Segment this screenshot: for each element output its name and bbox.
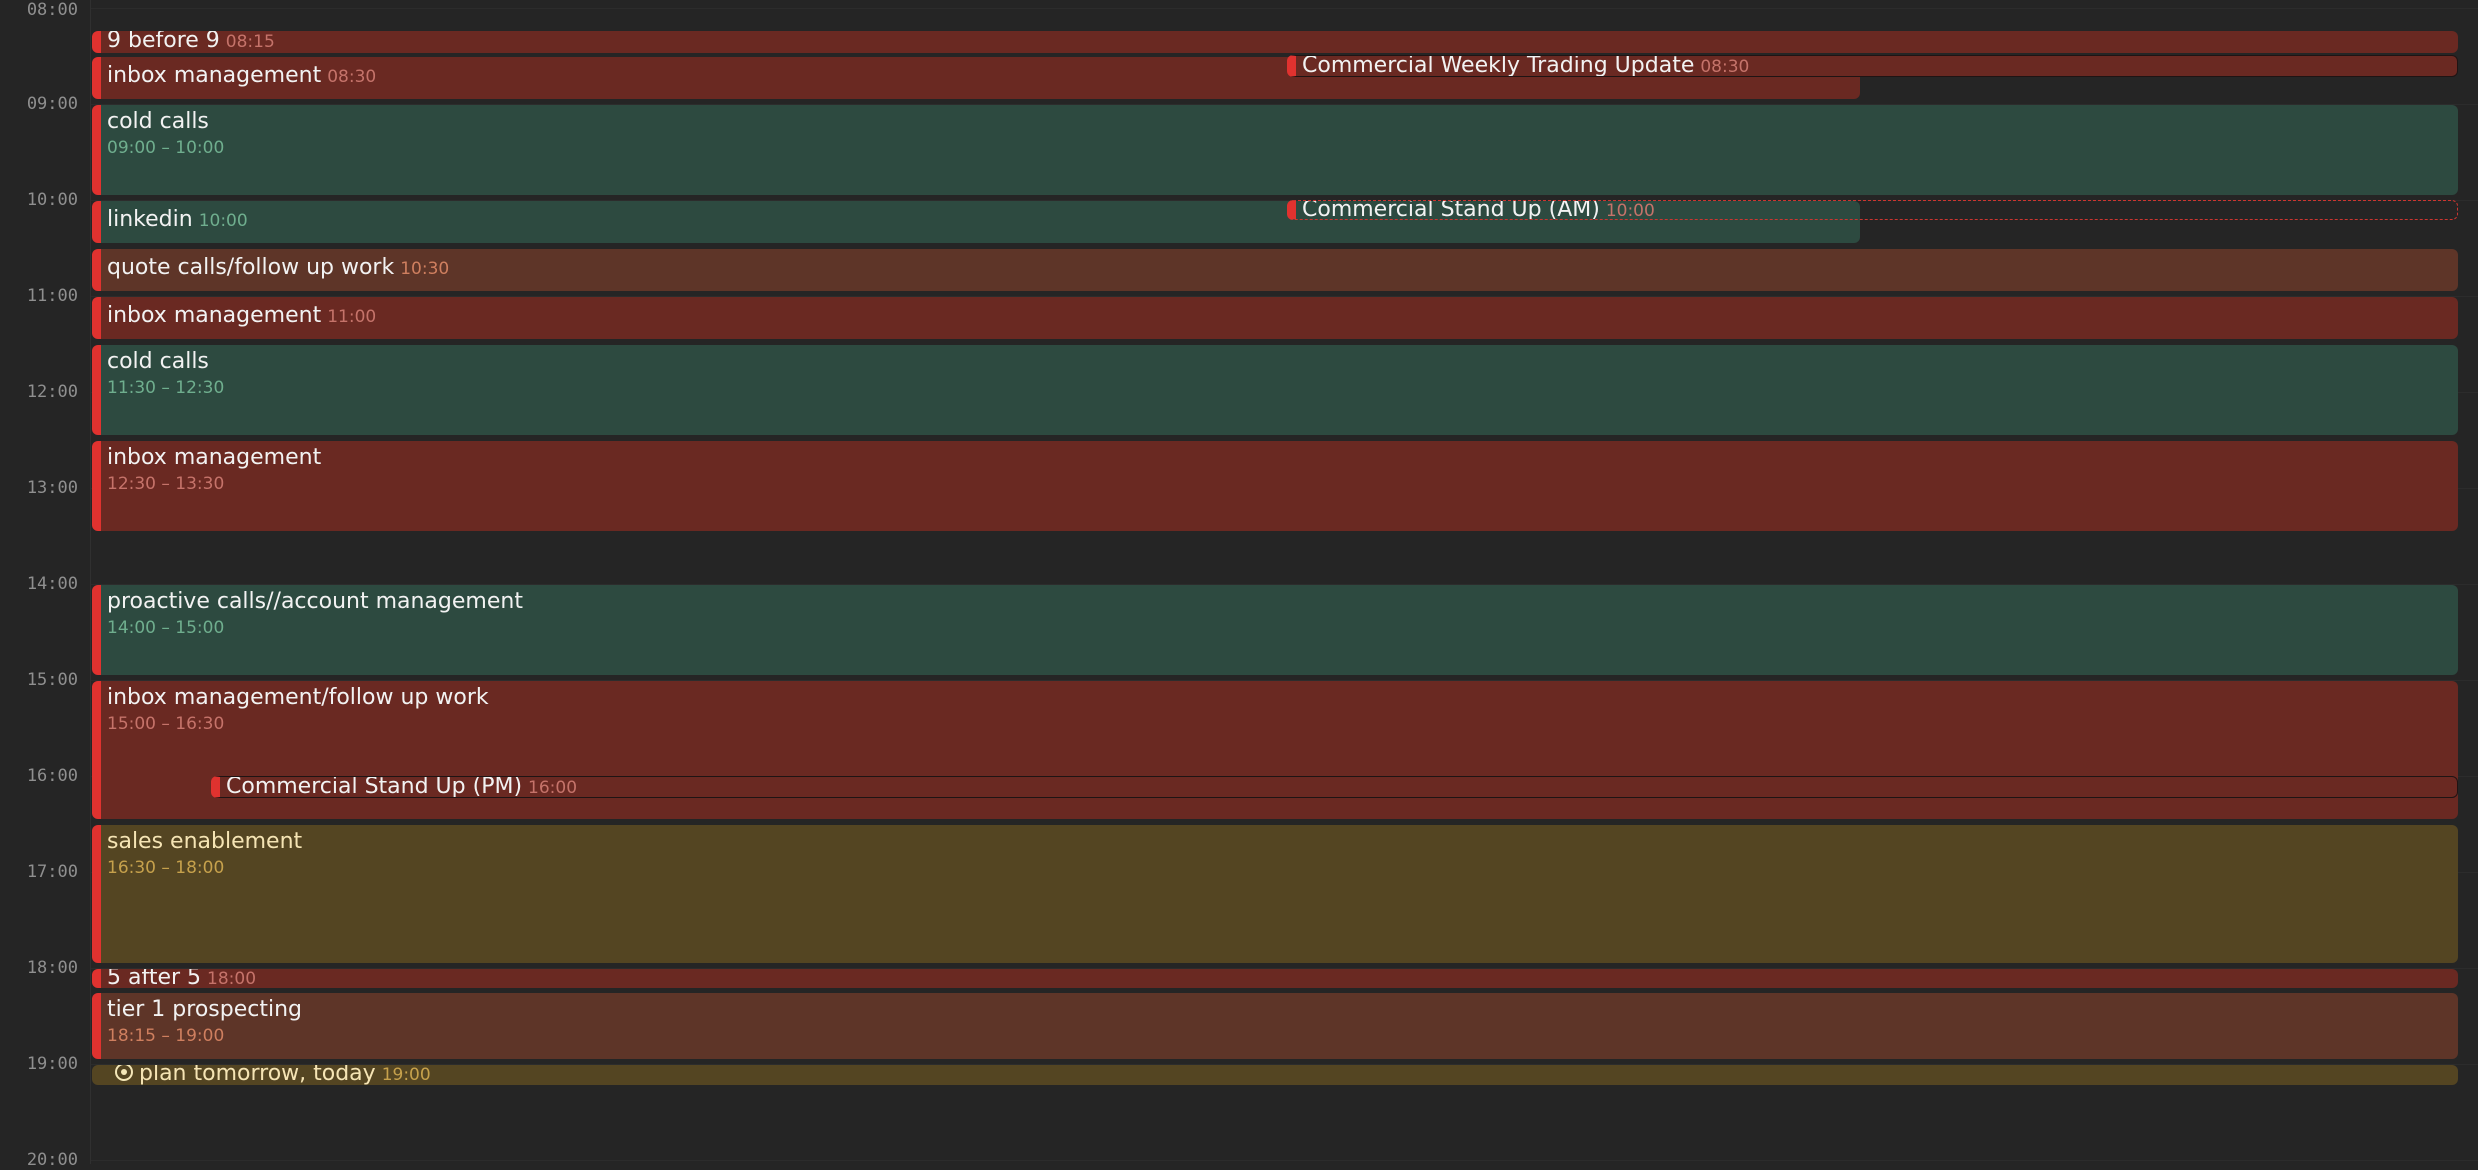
event-title: inbox management/follow up work	[107, 685, 489, 710]
event-quote-calls-follow-up[interactable]: quote calls/follow up work 10:30	[92, 249, 2458, 291]
hour-label: 09:00	[26, 94, 78, 114]
event-tier-1-prospecting[interactable]: tier 1 prospecting 18:15 – 19:00	[92, 993, 2458, 1059]
event-commercial-stand-up-am[interactable]: Commercial Stand Up (AM) 10:00	[1287, 200, 2458, 220]
event-time: 14:00 – 15:00	[107, 618, 225, 638]
event-cold-calls-1130[interactable]: cold calls 11:30 – 12:30	[92, 345, 2458, 435]
hour-label: 12:00	[26, 382, 78, 402]
hour-label: 18:00	[26, 958, 78, 978]
event-title: quote calls/follow up work	[107, 255, 395, 280]
event-title: Commercial Stand Up (AM)	[1302, 200, 1600, 220]
event-title: inbox management	[107, 445, 322, 470]
event-time: 10:00	[198, 211, 248, 231]
event-inbox-management-follow-up[interactable]: inbox management/follow up work 15:00 – …	[92, 681, 2458, 819]
event-time: 10:30	[400, 259, 450, 279]
event-time: 15:00 – 16:30	[107, 714, 225, 734]
hour-gridline	[91, 8, 2478, 9]
event-title: inbox management	[107, 63, 322, 88]
event-time: 12:30 – 13:30	[107, 474, 225, 494]
event-time: 16:00	[528, 778, 578, 798]
hour-label: 19:00	[26, 1054, 78, 1074]
event-title: cold calls	[107, 349, 209, 374]
event-title: 5 after 5	[107, 969, 202, 988]
event-time: 19:00	[381, 1065, 431, 1085]
event-time: 18:15 – 19:00	[107, 1026, 225, 1046]
event-time: 18:00	[207, 969, 257, 988]
event-title: Commercial Weekly Trading Update	[1302, 55, 1695, 77]
event-time: 16:30 – 18:00	[107, 858, 225, 878]
event-inbox-management-1100[interactable]: inbox management 11:00	[92, 297, 2458, 339]
target-icon	[115, 1065, 133, 1081]
event-title: tier 1 prospecting	[107, 997, 302, 1022]
event-sales-enablement[interactable]: sales enablement 16:30 – 18:00	[92, 825, 2458, 963]
event-title: inbox management	[107, 303, 322, 328]
event-5-after-5[interactable]: 5 after 5 18:00	[92, 969, 2458, 988]
event-commercial-weekly-trading-update[interactable]: Commercial Weekly Trading Update 08:30	[1287, 55, 2458, 77]
hour-label: 14:00	[26, 574, 78, 594]
event-9-before-9[interactable]: 9 before 9 08:15	[92, 31, 2458, 53]
hour-label: 17:00	[26, 862, 78, 882]
event-proactive-calls[interactable]: proactive calls//account management 14:0…	[92, 585, 2458, 675]
event-time: 10:00	[1605, 201, 1655, 220]
event-time: 08:30	[1700, 57, 1750, 77]
event-title: linkedin	[107, 207, 193, 232]
hour-label: 11:00	[26, 286, 78, 306]
event-time: 08:15	[225, 32, 275, 52]
hour-label: 13:00	[26, 478, 78, 498]
event-title: proactive calls//account management	[107, 589, 523, 614]
event-title: plan tomorrow, today	[139, 1065, 376, 1085]
event-time: 11:30 – 12:30	[107, 378, 225, 398]
event-plan-tomorrow-today[interactable]: plan tomorrow, today 19:00	[92, 1065, 2458, 1085]
hour-label: 16:00	[26, 766, 78, 786]
event-time: 11:00	[327, 307, 377, 327]
event-time: 08:30	[327, 67, 377, 87]
hour-label: 08:00	[26, 0, 78, 20]
event-title: 9 before 9	[107, 31, 220, 53]
hour-gridline	[91, 1160, 2478, 1161]
hour-label: 20:00	[26, 1150, 78, 1170]
event-title: Commercial Stand Up (PM)	[226, 776, 523, 798]
hour-label: 15:00	[26, 670, 78, 690]
event-title: sales enablement	[107, 829, 303, 854]
event-time: 09:00 – 10:00	[107, 138, 225, 158]
event-title: cold calls	[107, 109, 209, 134]
event-inbox-management-1230[interactable]: inbox management 12:30 – 13:30	[92, 441, 2458, 531]
hour-label: 10:00	[26, 190, 78, 210]
event-commercial-stand-up-pm[interactable]: Commercial Stand Up (PM) 16:00	[211, 776, 2458, 798]
event-cold-calls-0900[interactable]: cold calls 09:00 – 10:00	[92, 105, 2458, 195]
